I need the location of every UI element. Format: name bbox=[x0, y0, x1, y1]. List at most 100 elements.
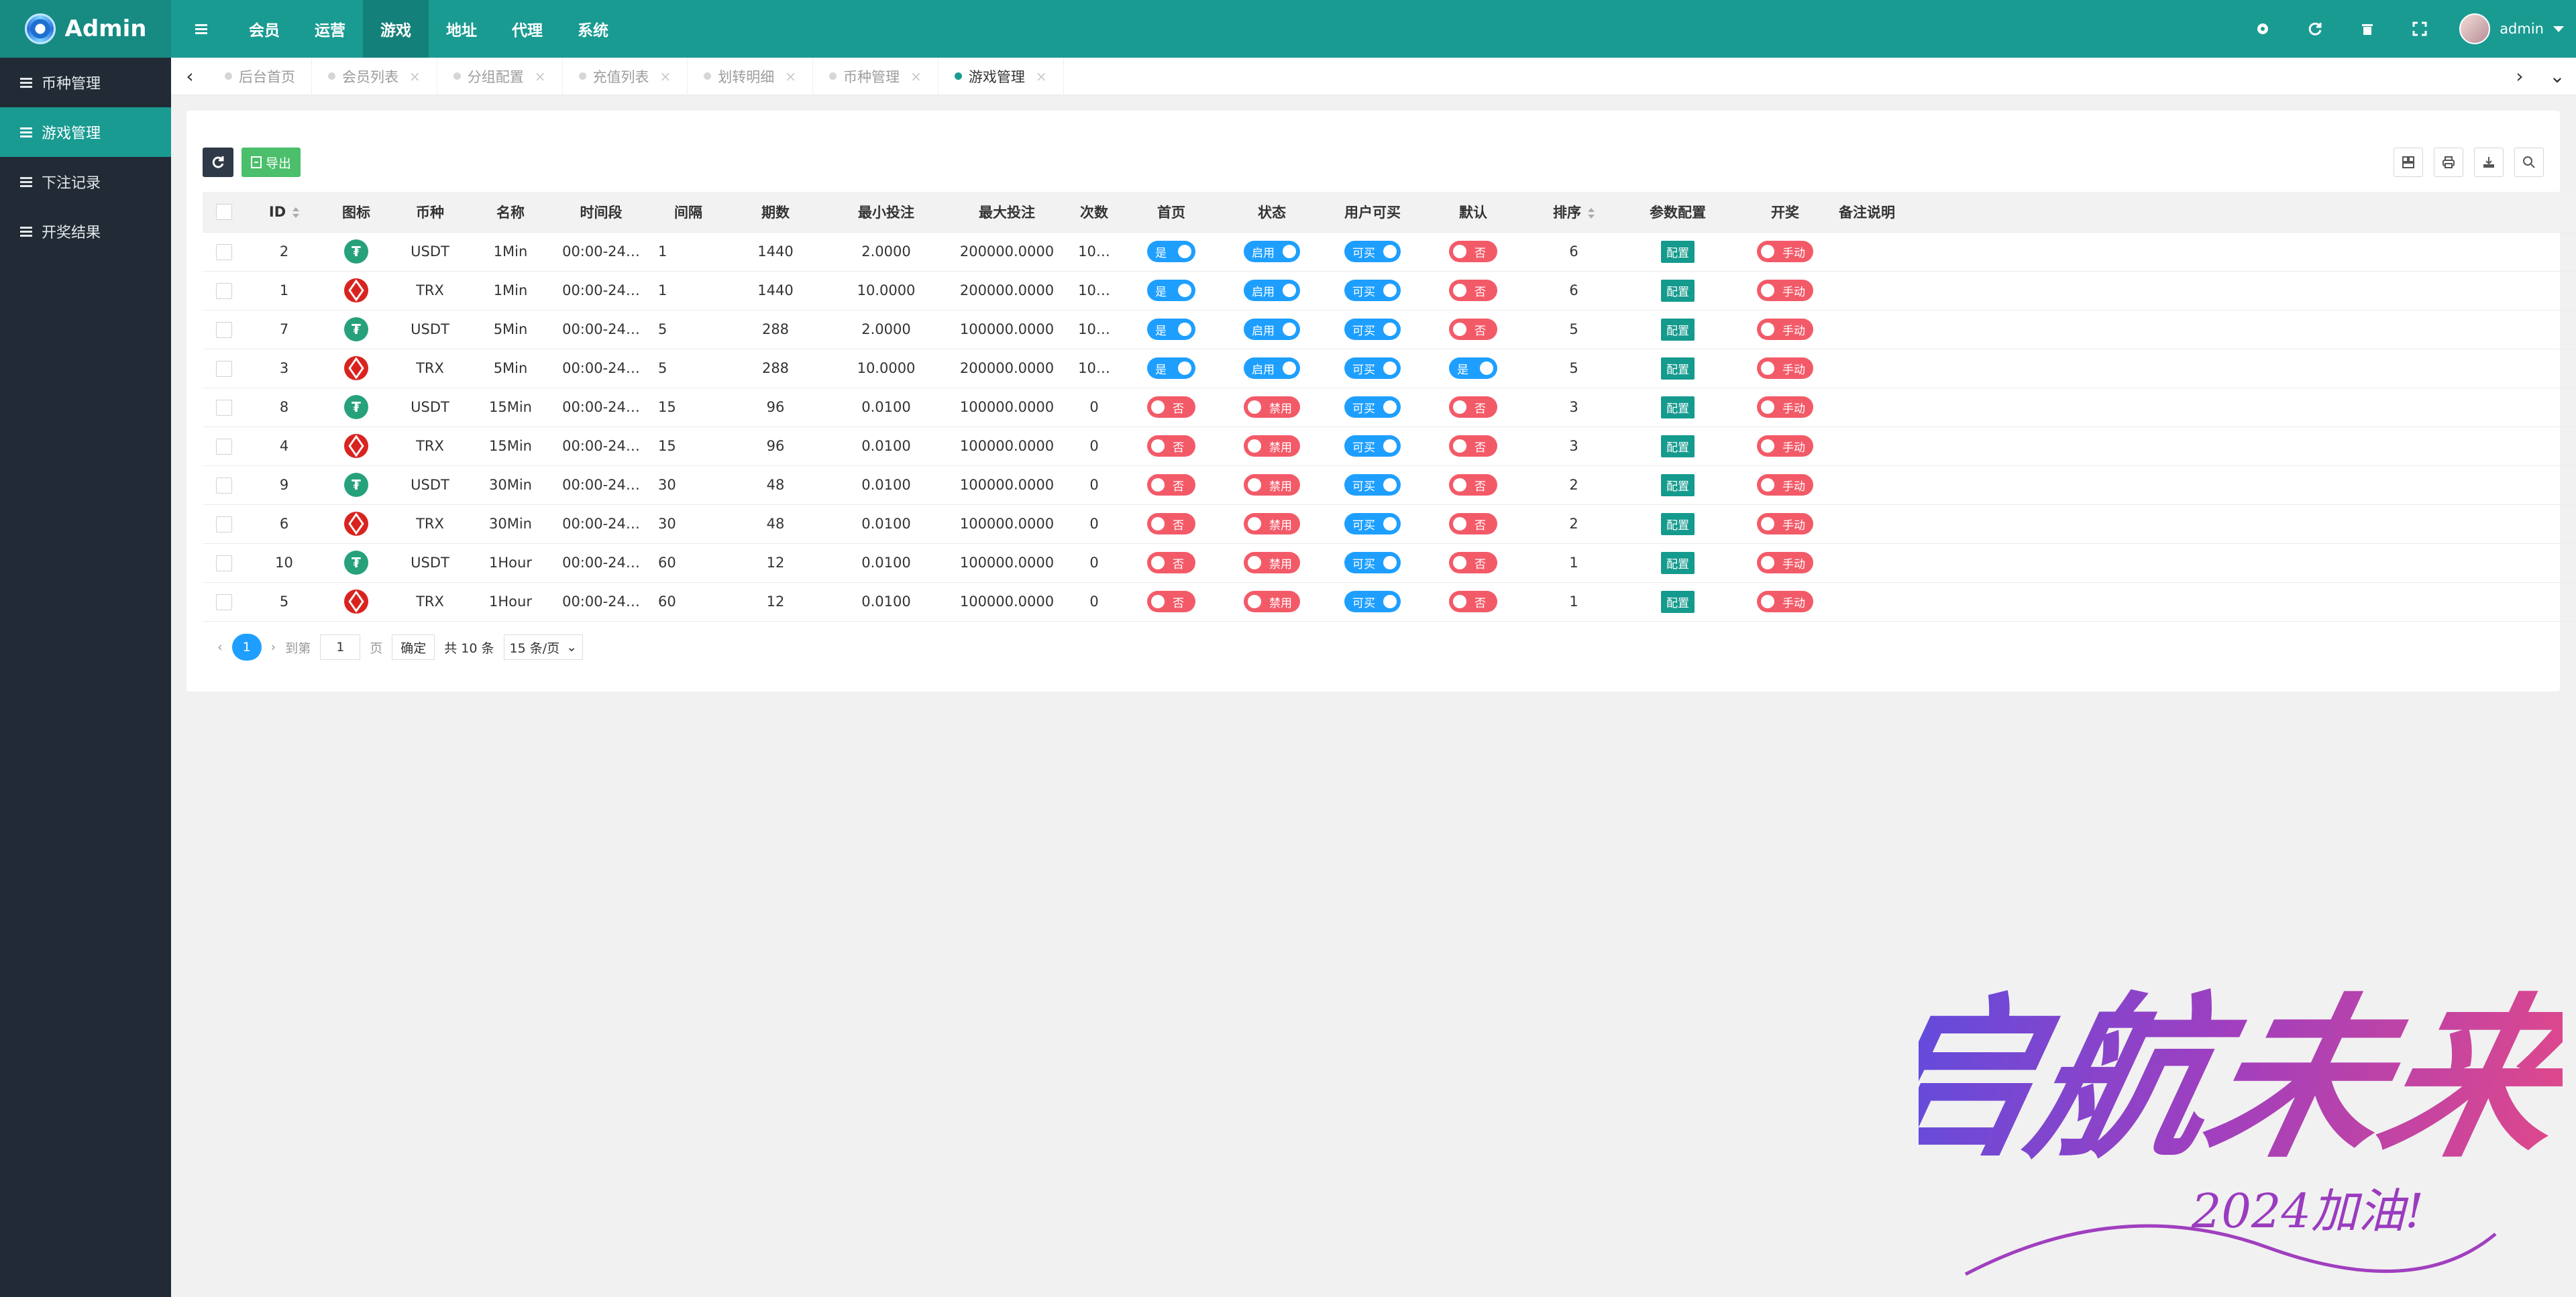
pager-next-button[interactable]: › bbox=[271, 640, 276, 655]
draw-mode-toggle[interactable]: 手动 bbox=[1757, 319, 1813, 340]
buyable-toggle[interactable]: 可买 bbox=[1344, 552, 1401, 573]
tabs-menu-button[interactable]: ⌄ bbox=[2538, 58, 2576, 95]
home-toggle[interactable]: 是 bbox=[1147, 280, 1195, 301]
default-toggle[interactable]: 是 bbox=[1449, 357, 1497, 379]
row-checkbox[interactable] bbox=[216, 360, 232, 377]
default-toggle[interactable]: 否 bbox=[1449, 591, 1497, 612]
page-tab[interactable]: 充值列表 × bbox=[563, 57, 688, 95]
tabs-next-button[interactable]: › bbox=[2501, 58, 2538, 95]
page-tab[interactable]: 会员列表 × bbox=[312, 57, 437, 95]
table-row[interactable]: 8 ₮ USDT 15Min 00:00-24… 15 96 0.0100 100000.000… bbox=[203, 388, 2576, 427]
page-tab[interactable]: 划转明细 × bbox=[688, 57, 814, 95]
draw-mode-toggle[interactable]: 手动 bbox=[1757, 513, 1813, 534]
sidebar-item[interactable]: 游戏管理 bbox=[0, 107, 171, 157]
clear-cache-button[interactable] bbox=[2341, 0, 2394, 58]
export-button[interactable]: 导出 bbox=[241, 148, 301, 177]
buyable-toggle[interactable]: 可买 bbox=[1344, 319, 1401, 340]
row-checkbox[interactable] bbox=[216, 321, 232, 338]
top-nav-item[interactable]: 游戏 bbox=[363, 0, 429, 58]
refresh-page-button[interactable] bbox=[2289, 0, 2341, 58]
tabs-prev-button[interactable]: ‹ bbox=[171, 58, 209, 95]
page-tab[interactable]: 分组配置 × bbox=[437, 57, 563, 95]
status-toggle[interactable]: 启用 bbox=[1244, 319, 1300, 340]
config-button[interactable]: 配置 bbox=[1661, 279, 1695, 302]
home-toggle[interactable]: 否 bbox=[1147, 513, 1195, 534]
fullscreen-button[interactable] bbox=[2394, 0, 2446, 58]
buyable-toggle[interactable]: 可买 bbox=[1344, 513, 1401, 534]
draw-mode-toggle[interactable]: 手动 bbox=[1757, 357, 1813, 379]
draw-mode-toggle[interactable]: 手动 bbox=[1757, 435, 1813, 457]
close-icon[interactable]: × bbox=[409, 68, 421, 84]
page-tab[interactable]: 游戏管理 × bbox=[938, 57, 1064, 95]
pager-size-select[interactable]: 15 条/页 ⌄ bbox=[503, 634, 584, 660]
sort-icon[interactable] bbox=[1588, 207, 1595, 219]
sort-icon[interactable] bbox=[292, 207, 300, 218]
table-row[interactable]: 5 TRX 1Hour 00:00-24… 60 12 0.0100 100000.0000 0… bbox=[203, 582, 2576, 622]
close-icon[interactable]: × bbox=[1036, 68, 1047, 84]
table-row[interactable]: 6 TRX 30Min 00:00-24… 30 48 0.0100 100000.0000 0… bbox=[203, 504, 2576, 544]
row-checkbox[interactable] bbox=[216, 477, 232, 494]
refresh-button[interactable] bbox=[203, 148, 233, 177]
home-toggle[interactable]: 是 bbox=[1147, 357, 1195, 379]
config-button[interactable]: 配置 bbox=[1661, 512, 1695, 535]
table-row[interactable]: 1 TRX 1Min 00:00-24… 1 1440 10.0000 200000.0000… bbox=[203, 271, 2576, 311]
status-toggle[interactable]: 启用 bbox=[1244, 241, 1300, 262]
row-checkbox[interactable] bbox=[216, 594, 232, 610]
row-checkbox[interactable] bbox=[216, 516, 232, 532]
default-toggle[interactable]: 否 bbox=[1449, 280, 1497, 301]
user-menu[interactable]: admin bbox=[2446, 13, 2576, 44]
theme-button[interactable] bbox=[2237, 0, 2289, 58]
default-toggle[interactable]: 否 bbox=[1449, 396, 1497, 418]
buyable-toggle[interactable]: 可买 bbox=[1344, 591, 1401, 612]
row-checkbox[interactable] bbox=[216, 555, 232, 571]
page-tab[interactable]: 后台首页 bbox=[209, 57, 312, 95]
pager-prev-button[interactable]: ‹ bbox=[217, 640, 223, 655]
config-button[interactable]: 配置 bbox=[1661, 435, 1695, 457]
config-button[interactable]: 配置 bbox=[1661, 590, 1695, 613]
close-icon[interactable]: × bbox=[785, 68, 796, 84]
sidebar-item[interactable]: 开奖结果 bbox=[0, 207, 171, 256]
default-toggle[interactable]: 否 bbox=[1449, 241, 1497, 262]
config-button[interactable]: 配置 bbox=[1661, 240, 1695, 263]
select-all-checkbox[interactable] bbox=[216, 204, 232, 221]
default-toggle[interactable]: 否 bbox=[1449, 319, 1497, 340]
draw-mode-toggle[interactable]: 手动 bbox=[1757, 552, 1813, 573]
close-icon[interactable]: × bbox=[535, 68, 546, 84]
default-toggle[interactable]: 否 bbox=[1449, 474, 1497, 496]
status-toggle[interactable]: 禁用 bbox=[1244, 513, 1300, 534]
home-toggle[interactable]: 否 bbox=[1147, 435, 1195, 457]
draw-mode-toggle[interactable]: 手动 bbox=[1757, 280, 1813, 301]
status-toggle[interactable]: 禁用 bbox=[1244, 591, 1300, 612]
config-button[interactable]: 配置 bbox=[1661, 318, 1695, 341]
home-toggle[interactable]: 是 bbox=[1147, 319, 1195, 340]
home-toggle[interactable]: 否 bbox=[1147, 591, 1195, 612]
top-nav-item[interactable]: 代理 bbox=[494, 0, 560, 58]
column-header[interactable]: ID bbox=[246, 192, 323, 233]
sidebar-item[interactable]: 币种管理 bbox=[0, 58, 171, 107]
home-toggle[interactable]: 否 bbox=[1147, 474, 1195, 496]
table-row[interactable]: 9 ₮ USDT 30Min 00:00-24… 30 48 0.0100 100000.000… bbox=[203, 465, 2576, 505]
search-button[interactable] bbox=[2514, 148, 2544, 177]
buyable-toggle[interactable]: 可买 bbox=[1344, 435, 1401, 457]
home-toggle[interactable]: 是 bbox=[1147, 241, 1195, 262]
columns-button[interactable] bbox=[2394, 148, 2423, 177]
buyable-toggle[interactable]: 可买 bbox=[1344, 280, 1401, 301]
home-toggle[interactable]: 否 bbox=[1147, 396, 1195, 418]
top-nav-item[interactable]: 系统 bbox=[560, 0, 626, 58]
row-checkbox[interactable] bbox=[216, 243, 232, 260]
home-toggle[interactable]: 否 bbox=[1147, 552, 1195, 573]
config-button[interactable]: 配置 bbox=[1661, 473, 1695, 496]
draw-mode-toggle[interactable]: 手动 bbox=[1757, 396, 1813, 418]
buyable-toggle[interactable]: 可买 bbox=[1344, 357, 1401, 379]
brand-logo[interactable]: Admin bbox=[0, 0, 171, 58]
buyable-toggle[interactable]: 可买 bbox=[1344, 396, 1401, 418]
default-toggle[interactable]: 否 bbox=[1449, 552, 1497, 573]
close-icon[interactable]: × bbox=[910, 68, 922, 84]
top-nav-item[interactable]: 会员 bbox=[231, 0, 297, 58]
buyable-toggle[interactable]: 可买 bbox=[1344, 241, 1401, 262]
table-row[interactable]: 3 TRX 5Min 00:00-24… 5 288 10.0000 200000.0000 1… bbox=[203, 349, 2576, 388]
export-table-button[interactable] bbox=[2474, 148, 2504, 177]
table-row[interactable]: 10 ₮ USDT 1Hour 00:00-24… 60 12 0.0100 100000.00… bbox=[203, 543, 2576, 583]
sidebar-item[interactable]: 下注记录 bbox=[0, 157, 171, 207]
menu-toggle-button[interactable] bbox=[171, 0, 231, 58]
